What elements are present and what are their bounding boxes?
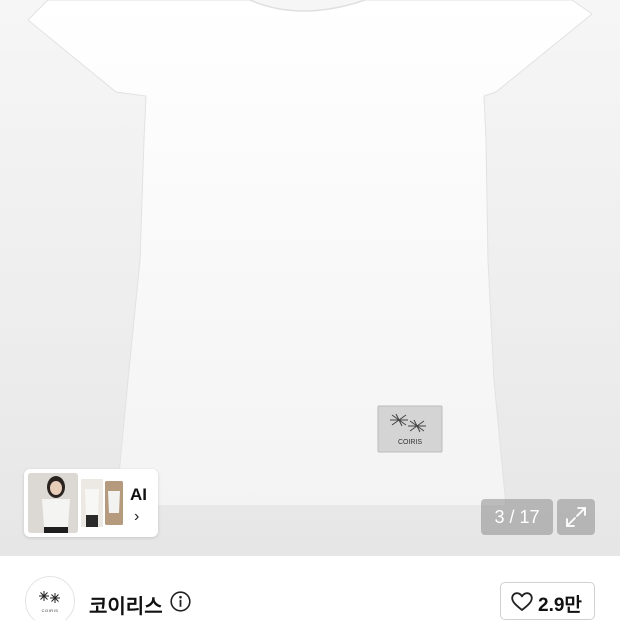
product-image-gallery[interactable]: COIRIS AI › 3 / 17 (0, 0, 620, 556)
heart-icon (511, 592, 533, 611)
like-count: 2.9만 (538, 595, 582, 616)
ai-fitting-card[interactable]: AI › (24, 469, 158, 537)
expand-icon (566, 507, 586, 527)
patch-label: COIRIS (377, 405, 443, 453)
brand-logo[interactable]: COIRIS (25, 576, 75, 620)
ai-thumbnail-2 (81, 479, 103, 527)
ai-thumbnail-model (28, 473, 78, 533)
info-icon[interactable] (170, 591, 191, 612)
brand-logo-text: COIRIS (41, 608, 59, 613)
brand-name[interactable]: 코이리스 (89, 590, 163, 619)
image-page-counter: 3 / 17 (481, 499, 553, 535)
ai-label: AI (130, 485, 147, 504)
patch-text: COIRIS (398, 439, 422, 446)
chevron-right-icon: › (134, 508, 140, 525)
ai-thumbnail-3 (105, 481, 123, 525)
brand-logo-icon (39, 591, 60, 603)
like-button[interactable]: 2.9만 (500, 582, 595, 620)
expand-image-button[interactable] (557, 499, 595, 535)
